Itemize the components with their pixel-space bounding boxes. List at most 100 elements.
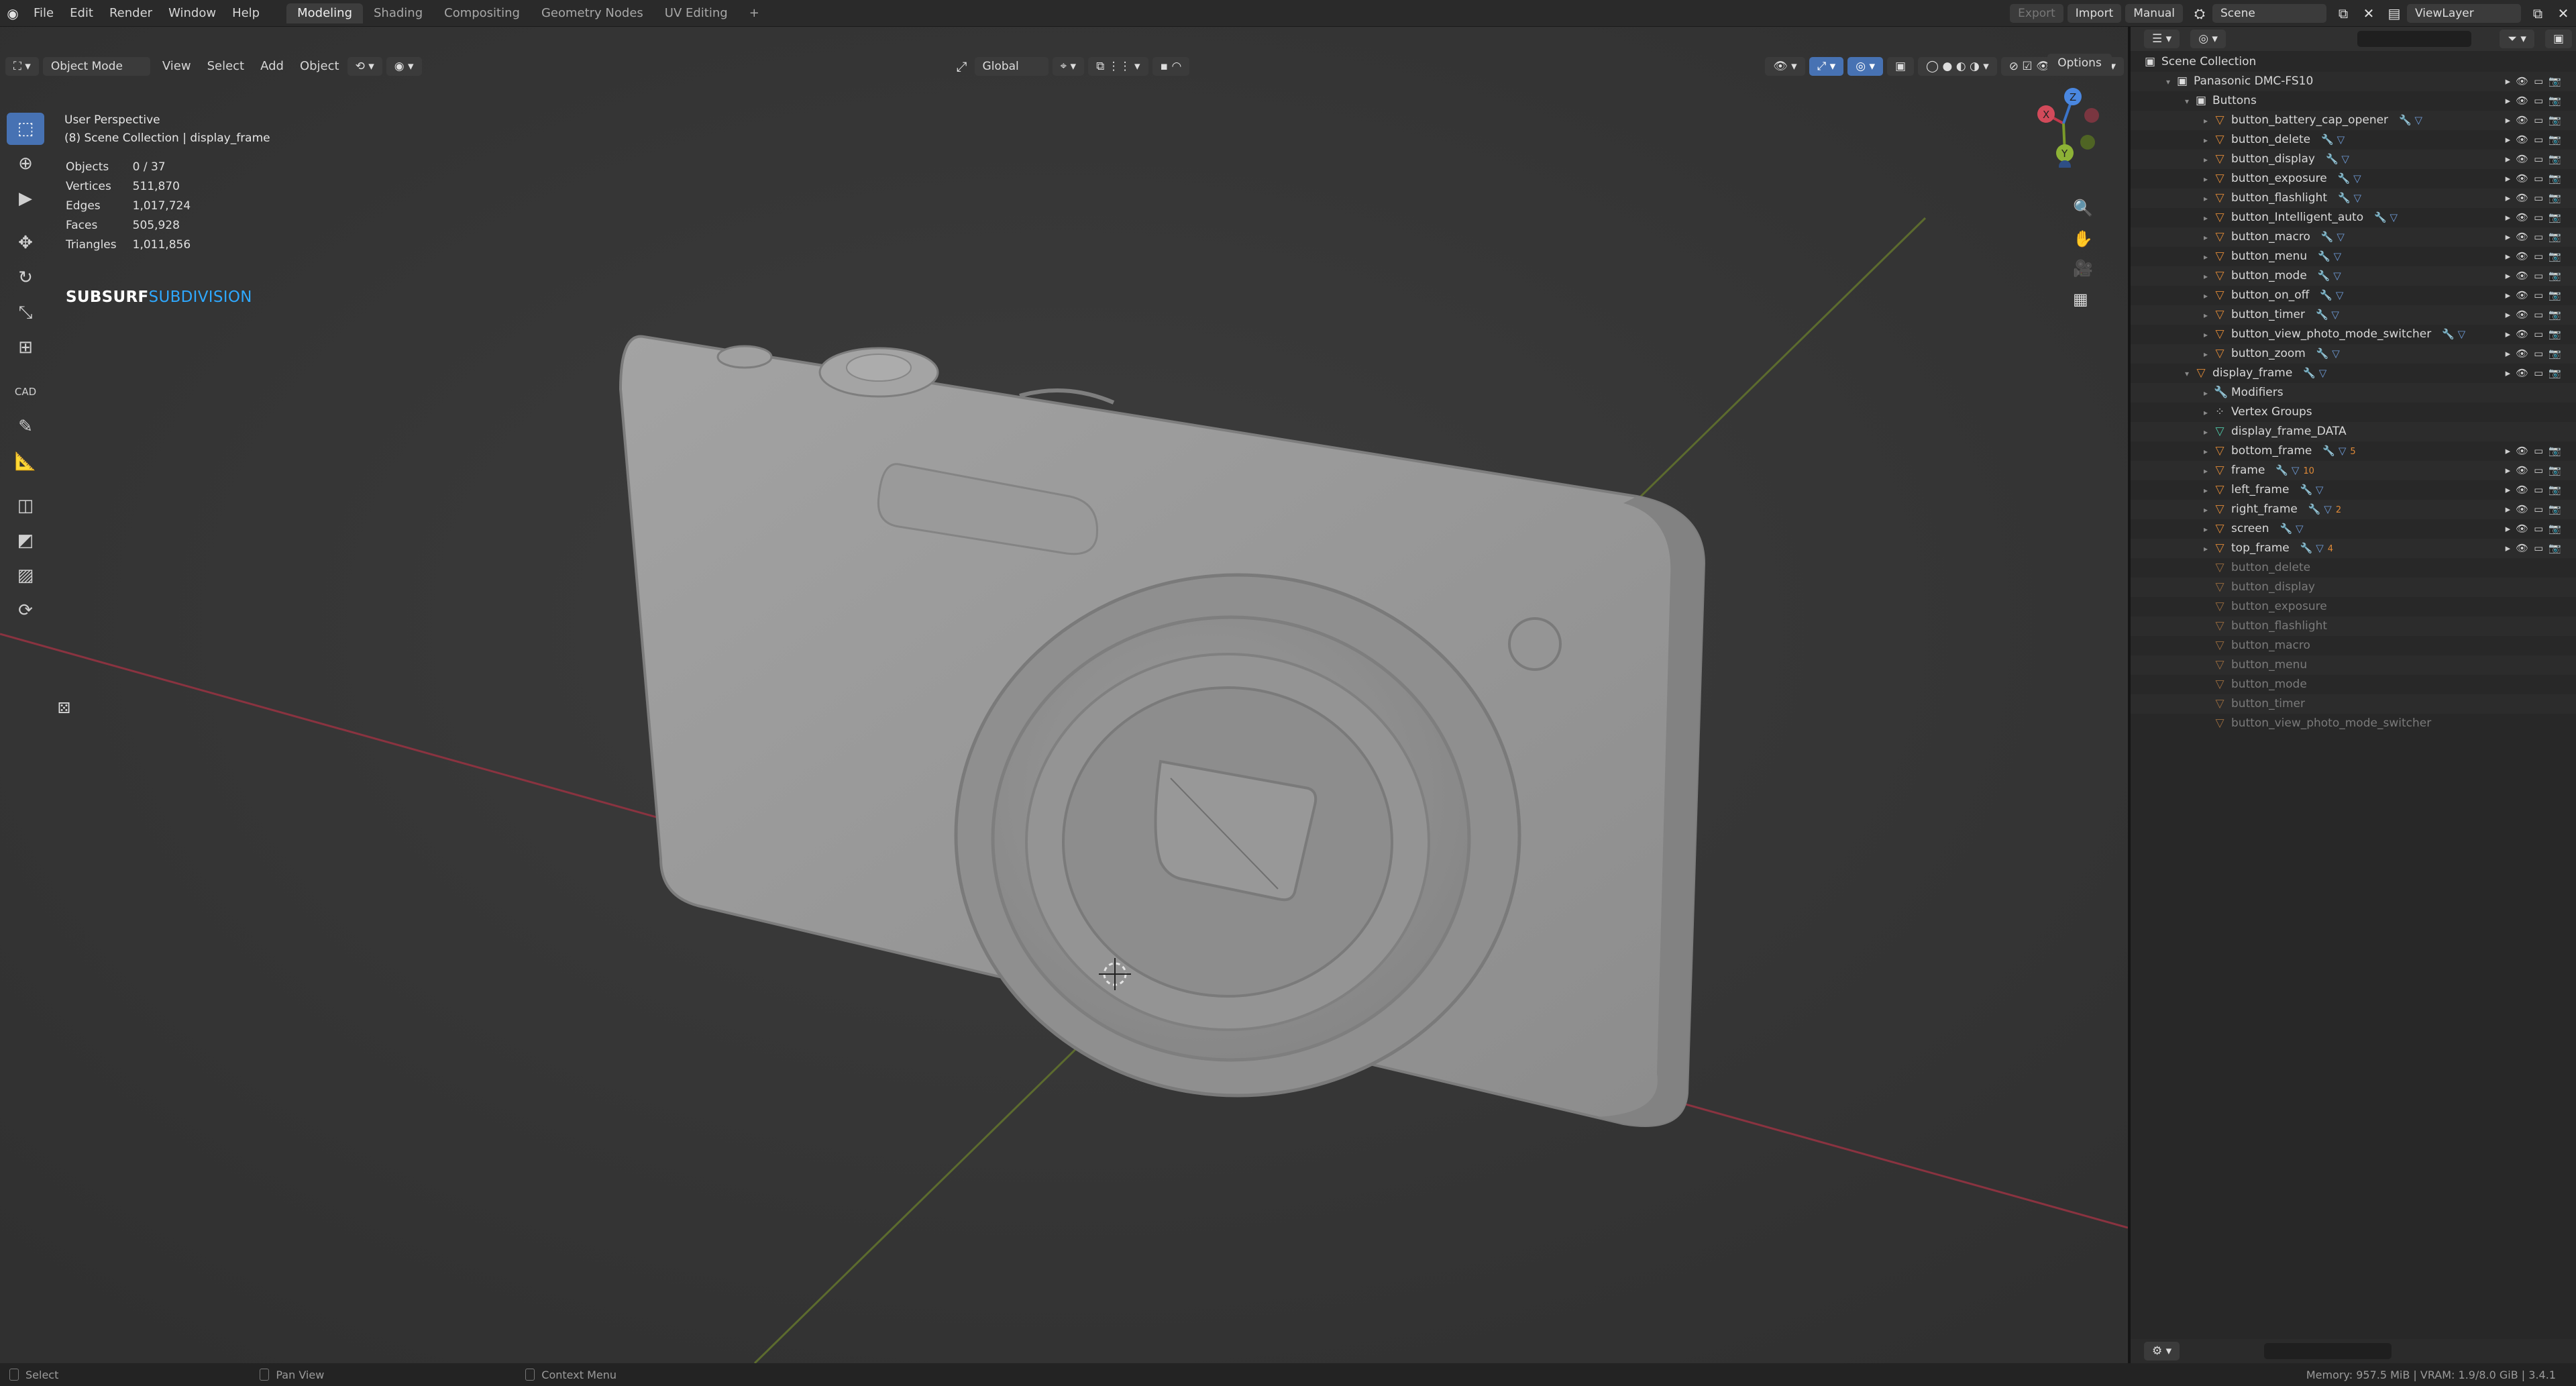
- gizmo-toggle-icon[interactable]: ⤢ ▾: [1809, 57, 1844, 76]
- menu-object[interactable]: Object: [292, 56, 347, 76]
- visibility-toggles[interactable]: ▸👁▭📷: [2506, 480, 2567, 500]
- tab-geometry-nodes[interactable]: Geometry Nodes: [531, 3, 654, 23]
- expand-icon[interactable]: ▸: [2200, 481, 2211, 500]
- snap-target-icon[interactable]: ⌖ ▾: [1052, 57, 1085, 76]
- outliner-row[interactable]: ▸ ▽ button_macro 🔧 ▽ ▸👁▭📷: [2131, 227, 2576, 247]
- tab-shading[interactable]: Shading: [363, 3, 433, 23]
- select-box-icon[interactable]: ⬚: [7, 113, 44, 145]
- visibility-toggles[interactable]: ▸👁▭📷: [2506, 325, 2567, 344]
- camera-icon[interactable]: 🎥: [2073, 259, 2093, 278]
- cad-icon[interactable]: CAD: [7, 376, 44, 408]
- measure-icon[interactable]: 📐: [7, 445, 44, 478]
- expand-icon[interactable]: ▸: [2200, 500, 2211, 520]
- expand-icon[interactable]: ▸: [2200, 345, 2211, 364]
- visibility-toggles[interactable]: ▸👁▭📷: [2506, 91, 2567, 111]
- export-button[interactable]: Export: [2010, 3, 2063, 23]
- display-mode-icon[interactable]: ◎ ▾: [2190, 30, 2226, 48]
- grid-icon[interactable]: ▦: [2073, 290, 2088, 309]
- editor-type-button[interactable]: ⛶ ▾: [5, 57, 39, 76]
- outliner-row[interactable]: ▸ ▽ left_frame 🔧 ▽ ▸👁▭📷: [2131, 480, 2576, 500]
- menu-select[interactable]: Select: [199, 56, 253, 76]
- outliner-row[interactable]: ▸ ▽ button_battery_cap_opener 🔧 ▽ ▸👁▭📷: [2131, 111, 2576, 130]
- visibility-toggles[interactable]: ▸👁▭📷: [2506, 305, 2567, 325]
- expand-icon[interactable]: ▸: [2200, 520, 2211, 539]
- pivot-icon[interactable]: ⟲ ▾: [347, 57, 382, 76]
- move-icon[interactable]: ✥: [7, 227, 44, 259]
- outliner-row[interactable]: ▸ ▽ button_zoom 🔧 ▽ ▸👁▭📷: [2131, 344, 2576, 364]
- import-button[interactable]: Import: [2067, 3, 2122, 23]
- expand-icon[interactable]: ▾: [2163, 72, 2174, 92]
- outliner-row[interactable]: ▸ ▽ display_frame_DATA: [2131, 422, 2576, 441]
- visibility-toggles[interactable]: ▸👁▭📷: [2506, 208, 2567, 227]
- visibility-toggles[interactable]: ▸👁▭📷: [2506, 266, 2567, 286]
- visibility-toggles[interactable]: ▸👁▭📷: [2506, 111, 2567, 130]
- proportional-edit-icon[interactable]: ◉ ▾: [386, 57, 422, 76]
- outliner-row[interactable]: ▽ button_view_photo_mode_switcher: [2131, 714, 2576, 733]
- copy-layer-icon[interactable]: ⧉: [2525, 3, 2551, 23]
- rotate-icon[interactable]: ↻: [7, 262, 44, 294]
- blender-logo-icon[interactable]: ◉: [0, 3, 25, 23]
- expand-icon[interactable]: ▸: [2200, 539, 2211, 559]
- visibility-toggles[interactable]: ▸👁▭📷: [2506, 364, 2567, 383]
- copy-scene-icon[interactable]: ⧉: [2330, 3, 2356, 23]
- expand-icon[interactable]: ▸: [2200, 403, 2211, 423]
- image-icon[interactable]: ▨: [7, 559, 44, 592]
- outliner-row[interactable]: ▽ button_exposure: [2131, 597, 2576, 617]
- options-button[interactable]: Options: [2047, 54, 2112, 72]
- expand-icon[interactable]: ▸: [2200, 286, 2211, 306]
- expand-icon[interactable]: ▸: [2200, 462, 2211, 481]
- outliner-row-scene-collection[interactable]: ▣ Scene Collection: [2131, 52, 2576, 72]
- navigation-gizmo[interactable]: X Y Z 🔍 ✋ 🎥 ▦: [2023, 81, 2110, 362]
- close-layer-icon[interactable]: ✕: [2551, 3, 2576, 23]
- outliner-row[interactable]: ▽ button_flashlight: [2131, 617, 2576, 636]
- outliner-row[interactable]: ▽ button_menu: [2131, 655, 2576, 675]
- play-icon[interactable]: ▶: [7, 182, 44, 215]
- menu-view[interactable]: View: [154, 56, 199, 76]
- outliner-row[interactable]: ▸ ▽ button_mode 🔧 ▽ ▸👁▭📷: [2131, 266, 2576, 286]
- outliner-row[interactable]: ▸ ▽ button_exposure 🔧 ▽ ▸👁▭📷: [2131, 169, 2576, 189]
- expand-icon[interactable]: ▸: [2200, 442, 2211, 462]
- expand-icon[interactable]: ▸: [2200, 150, 2211, 170]
- manual-button[interactable]: Manual: [2125, 3, 2183, 23]
- expand-icon[interactable]: ▸: [2200, 209, 2211, 228]
- transform-icon[interactable]: ⊞: [7, 331, 44, 364]
- outliner-row[interactable]: ▾ ▣ Panasonic DMC-FS10 ▸👁▭📷: [2131, 72, 2576, 91]
- menu-help[interactable]: Help: [224, 3, 268, 23]
- properties-search-input[interactable]: [2264, 1343, 2392, 1359]
- pan-icon[interactable]: ✋: [2073, 229, 2093, 248]
- visibility-toggles[interactable]: ▸👁▭📷: [2506, 189, 2567, 208]
- visibility-toggles[interactable]: ▸👁▭📷: [2506, 227, 2567, 247]
- tab-compositing[interactable]: Compositing: [433, 3, 531, 23]
- outliner-row[interactable]: ▽ button_delete: [2131, 558, 2576, 578]
- expand-icon[interactable]: ▸: [2200, 325, 2211, 345]
- visibility-toggles[interactable]: ▸👁▭📷: [2506, 441, 2567, 461]
- outliner-search-input[interactable]: [2357, 31, 2471, 47]
- tab-uv-editing[interactable]: UV Editing: [654, 3, 739, 23]
- outliner-row[interactable]: ▸ 🔧 Modifiers: [2131, 383, 2576, 403]
- visibility-toggles[interactable]: ▸👁▭📷: [2506, 150, 2567, 169]
- close-icon[interactable]: ✕: [2356, 3, 2381, 23]
- outliner-row[interactable]: ▸ ▽ right_frame 🔧 ▽ 2 ▸👁▭📷: [2131, 500, 2576, 519]
- expand-icon[interactable]: ▾: [2182, 92, 2192, 111]
- cursor-icon[interactable]: ⊕: [7, 148, 44, 180]
- outliner-row[interactable]: ▾ ▣ Buttons ▸👁▭📷: [2131, 91, 2576, 111]
- axis-gizmo[interactable]: X Y Z: [2023, 81, 2110, 172]
- outliner-row[interactable]: ▸ ▽ screen 🔧 ▽ ▸👁▭📷: [2131, 519, 2576, 539]
- tab-modeling[interactable]: Modeling: [286, 3, 363, 23]
- visibility-toggles[interactable]: ▸👁▭📷: [2506, 539, 2567, 558]
- visibility-toggles[interactable]: ▸👁▭📷: [2506, 247, 2567, 266]
- xray-icon[interactable]: ▣: [1886, 57, 1915, 76]
- outliner-row[interactable]: ▸ ▽ button_on_off 🔧 ▽ ▸👁▭📷: [2131, 286, 2576, 305]
- outliner-editor-icon[interactable]: ☰ ▾: [2144, 30, 2180, 48]
- menu-file[interactable]: File: [25, 3, 62, 23]
- view-layer-selector[interactable]: ViewLayer: [2407, 3, 2521, 23]
- outliner-row[interactable]: ▽ button_mode: [2131, 675, 2576, 694]
- outliner-row[interactable]: ▸ ▽ button_view_photo_mode_switcher 🔧 ▽ ▸👁▭📷: [2131, 325, 2576, 344]
- outliner-row[interactable]: ▽ button_macro: [2131, 636, 2576, 655]
- visibility-toggles[interactable]: ▸👁▭📷: [2506, 130, 2567, 150]
- expand-icon[interactable]: ▸: [2200, 267, 2211, 286]
- visibility-toggles[interactable]: ▸👁▭📷: [2506, 500, 2567, 519]
- filter-icon[interactable]: ⏷ ▾: [2500, 30, 2534, 48]
- outliner-row[interactable]: ▸ ▽ frame 🔧 ▽ 10 ▸👁▭📷: [2131, 461, 2576, 480]
- expand-icon[interactable]: ▸: [2200, 384, 2211, 403]
